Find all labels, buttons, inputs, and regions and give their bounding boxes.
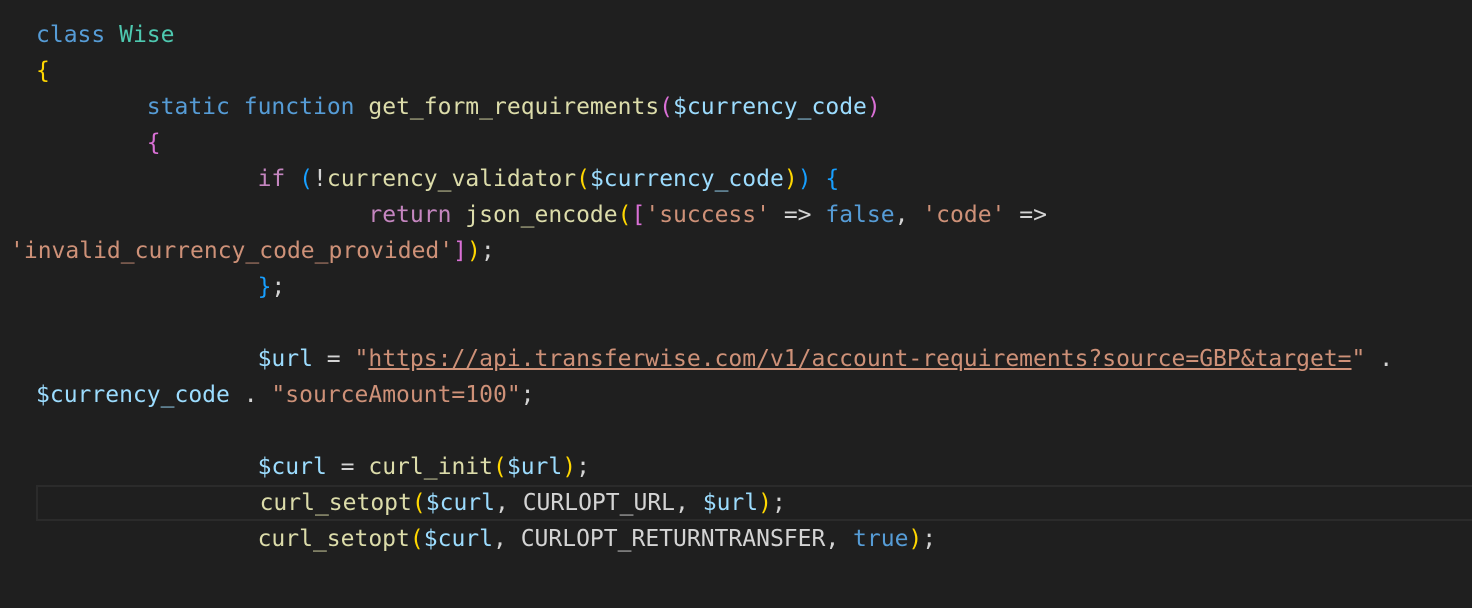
code-token: ): [908, 526, 923, 552]
code-line[interactable]: class Wise: [36, 17, 175, 53]
code-token: $curl: [257, 454, 327, 480]
code-token: {: [825, 166, 840, 192]
code-token: $currency_code: [673, 94, 867, 120]
code-token: ": [1351, 346, 1366, 372]
code-token: 'code': [922, 202, 1006, 228]
code-token: 'success': [645, 202, 770, 228]
code-token: (: [659, 94, 674, 120]
code-line[interactable]: static function get_form_requirements($c…: [36, 89, 881, 125]
code-token: !: [312, 166, 327, 192]
code-token: currency_validator: [326, 166, 577, 192]
code-token: ): [562, 454, 577, 480]
code-editor[interactable]: class Wise { static function get_form_re…: [0, 0, 1472, 608]
code-token: =>: [1005, 202, 1047, 228]
code-line[interactable]: curl_setopt($curl, CURLOPT_RETURNTRANSFE…: [36, 521, 937, 557]
code-token: $curl: [423, 526, 493, 552]
code-line[interactable]: $curl = curl_init($url);: [36, 449, 590, 485]
code-token: (: [409, 526, 424, 552]
code-token: false: [825, 202, 895, 228]
code-token: curl_init: [368, 454, 493, 480]
code-token: if: [257, 166, 286, 192]
code-token: ): [783, 166, 798, 192]
code-token: https://api.transferwise.com/v1/account-…: [368, 346, 1352, 372]
code-line[interactable]: if (!currency_validator($currency_code))…: [36, 161, 840, 197]
code-line[interactable]: {: [36, 53, 50, 89]
code-token: $url: [506, 454, 563, 480]
code-token: ;: [771, 490, 786, 516]
code-token: ): [797, 166, 812, 192]
code-token: 'invalid_currency_code_provided': [10, 238, 454, 264]
code-token: true: [853, 526, 909, 552]
code-line-active[interactable]: curl_setopt($curl, CURLOPT_URL, $url);: [36, 485, 1472, 521]
code-token: =>: [769, 202, 826, 228]
code-token: ): [866, 94, 881, 120]
code-token: (: [411, 490, 426, 516]
code-token: $url: [702, 490, 759, 516]
code-line[interactable]: $url = "https://api.transferwise.com/v1/…: [36, 341, 1394, 377]
code-token: get_form_requirements: [368, 94, 660, 120]
code-token: (: [617, 202, 632, 228]
code-token: , CURLOPT_RETURNTRANSFER,: [493, 526, 854, 552]
code-token: .: [1365, 346, 1394, 372]
code-token: static: [146, 94, 230, 120]
code-token: function: [243, 94, 355, 120]
code-token: =: [326, 454, 369, 480]
code-token: $curl: [425, 490, 495, 516]
code-token: ): [466, 238, 481, 264]
code-token: (: [299, 166, 313, 192]
code-line[interactable]: };: [36, 269, 286, 305]
code-line[interactable]: $currency_code . "sourceAmount=100";: [36, 377, 535, 413]
code-token: ;: [922, 526, 937, 552]
code-token: ;: [271, 274, 286, 300]
code-token: curl_setopt: [257, 526, 410, 552]
code-token: }: [257, 274, 272, 300]
code-token: .: [229, 382, 272, 408]
code-token: (: [576, 166, 590, 192]
code-token: Wise: [119, 22, 175, 48]
code-token: (: [492, 454, 507, 480]
code-token: , CURLOPT_URL,: [495, 490, 703, 516]
code-token: {: [36, 58, 50, 84]
code-token: ": [354, 346, 369, 372]
code-token: json_encode: [465, 202, 618, 228]
code-token: ): [758, 490, 772, 516]
code-token: $currency_code: [589, 166, 784, 192]
code-token: ]: [453, 238, 467, 264]
code-token: [: [631, 202, 646, 228]
code-token: ;: [576, 454, 590, 480]
code-line[interactable]: {: [36, 125, 161, 161]
code-token: $url: [257, 346, 313, 372]
code-token: ;: [480, 238, 495, 264]
code-token: return: [368, 202, 452, 228]
code-line[interactable]: 'invalid_currency_code_provided']);: [10, 233, 495, 269]
code-token: curl_setopt: [259, 490, 412, 516]
code-token: {: [146, 130, 161, 156]
code-token: ,: [894, 202, 923, 228]
code-token: $currency_code: [36, 382, 230, 408]
code-line[interactable]: return json_encode(['success' => false, …: [36, 197, 1047, 233]
code-token: "sourceAmount=100": [271, 382, 521, 408]
code-token: =: [312, 346, 355, 372]
code-token: class: [36, 22, 106, 48]
code-token: ;: [520, 382, 535, 408]
